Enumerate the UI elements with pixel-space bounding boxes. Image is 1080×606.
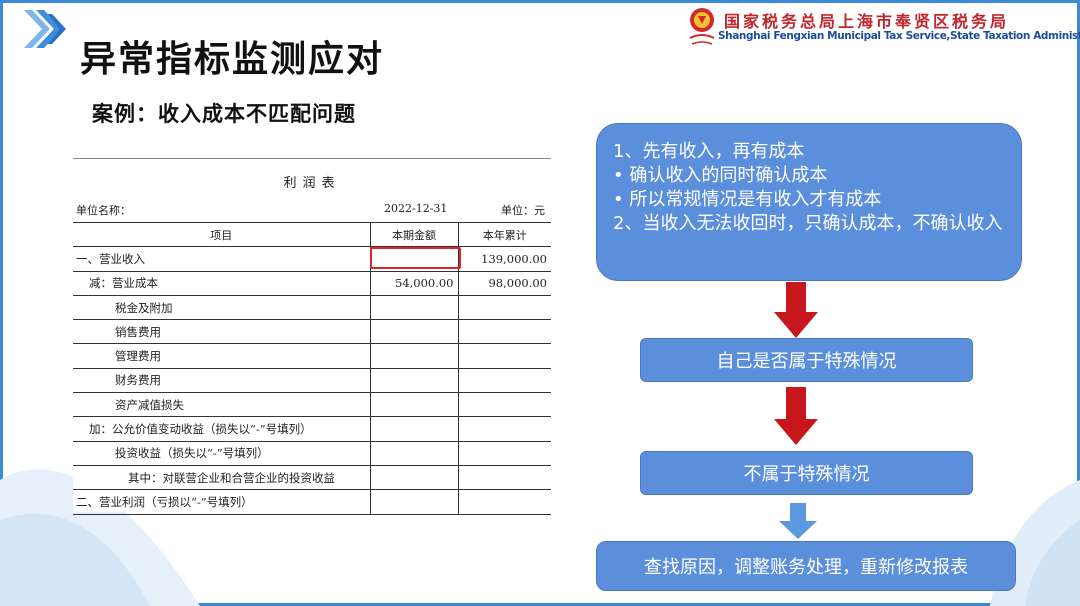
row-item: 一、营业收入 (73, 246, 371, 272)
table-row: 资产减值损失 (73, 392, 551, 418)
row-current-amount (369, 440, 459, 466)
table-header-row: 项目 本期金额 本年累计 (73, 221, 551, 248)
org-header: 国家税务总局上海市奉贤区税务局 Shanghai Fengxian Munici… (686, 4, 1080, 50)
header-current: 本期金额 (369, 221, 459, 248)
row-item: 二、营业利润（亏损以“-”号填列） (73, 489, 371, 515)
tax-emblem-icon (689, 8, 715, 45)
row-ytd-amount (457, 392, 551, 418)
row-current-amount (369, 319, 459, 345)
row-current-amount (369, 489, 459, 515)
principle-line: 1、先有收入，再有成本 (613, 141, 805, 162)
step-fix-report: 查找原因，调整账务处理，重新修改报表 (596, 541, 1016, 591)
page-subtitle: 案例：收入成本不匹配问题 (92, 102, 356, 126)
row-item: 加：公允价值变动收益（损失以“-”号填列） (73, 416, 371, 442)
row-current-amount (369, 416, 459, 442)
row-ytd-amount (457, 294, 551, 321)
row-ytd-amount (457, 319, 551, 345)
row-ytd-amount: 139,000.00 (457, 246, 551, 272)
row-current-amount (369, 392, 459, 418)
statement-title: 利润表 (283, 176, 341, 191)
table-row: 管理费用 (73, 343, 551, 369)
statement-table: 项目 本期金额 本年累计 一、营业收入 139,000.00 减：营业成本 54,00… (73, 221, 551, 515)
principle-line: • 所以常规情况是有收入才有成本 (613, 189, 882, 210)
org-name-en: Shanghai Fengxian Municipal Tax Service,… (718, 30, 1080, 42)
statement-meta: 单位名称： 2022-12-31 单位：元 (73, 202, 551, 220)
row-item: 减：营业成本 (73, 270, 371, 296)
table-row: 销售费用 (73, 319, 551, 345)
row-item: 投资收益（损失以“-”号填列） (73, 440, 371, 466)
page-title: 异常指标监测应对 (80, 39, 385, 80)
row-ytd-amount (457, 343, 551, 369)
highlight-missing-revenue (370, 247, 461, 269)
row-item: 其中：对联营企业和合营企业的投资收益 (73, 464, 371, 491)
header-ytd: 本年累计 (457, 221, 551, 248)
table-row: 税金及附加 (73, 294, 551, 321)
row-current-amount (369, 367, 459, 394)
row-ytd-amount (457, 367, 551, 394)
header-item: 项目 (73, 221, 371, 248)
row-ytd-amount (457, 489, 551, 515)
profit-statement: 利润表 单位名称： 2022-12-31 单位：元 项目 本期金额 本年累计 一… (73, 158, 551, 515)
principle-line: • 确认收入的同时确认成本 (613, 165, 828, 186)
unit-name-label: 单位名称： (76, 204, 131, 217)
arrow-down-icon (774, 387, 818, 445)
row-item: 税金及附加 (73, 294, 371, 321)
row-current-amount (369, 343, 459, 369)
table-row: 投资收益（损失以“-”号填列） (73, 440, 551, 466)
row-item: 管理费用 (73, 343, 371, 369)
row-ytd-amount: 98,000.00 (457, 270, 551, 296)
table-row: 二、营业利润（亏损以“-”号填列） (73, 489, 551, 515)
row-current-amount (369, 294, 459, 321)
row-ytd-amount (457, 464, 551, 491)
row-ytd-amount (457, 416, 551, 442)
arrow-down-icon (779, 503, 817, 539)
table-top-border (73, 158, 551, 159)
row-item: 财务费用 (73, 367, 371, 394)
row-item: 资产减值损失 (73, 392, 371, 418)
statement-date: 2022-12-31 (384, 202, 448, 215)
principle-box: 1、先有收入，再有成本 • 确认收入的同时确认成本 • 所以常规情况是有收入才有… (596, 123, 1022, 281)
table-row: 加：公允价值变动收益（损失以“-”号填列） (73, 416, 551, 442)
table-row: 减：营业成本 54,000.00 98,000.00 (73, 270, 551, 296)
arrow-down-icon (774, 282, 818, 338)
step-special-case: 自己是否属于特殊情况 (640, 338, 973, 382)
org-name-cn: 国家税务总局上海市奉贤区税务局 (724, 12, 1010, 31)
row-ytd-amount (457, 440, 551, 466)
table-row: 其中：对联营企业和合营企业的投资收益 (73, 464, 551, 491)
row-current-amount (369, 464, 459, 491)
step-not-special: 不属于特殊情况 (640, 451, 973, 495)
principle-line: 2、当收入无法收回时，只确认成本，不确认收入 (613, 213, 1003, 234)
currency-unit-label: 单位：元 (501, 204, 545, 217)
row-item: 销售费用 (73, 319, 371, 345)
chevron-right-icon (24, 10, 66, 48)
table-row: 一、营业收入 139,000.00 (73, 246, 551, 272)
row-current-amount: 54,000.00 (369, 270, 459, 296)
table-row: 财务费用 (73, 367, 551, 394)
